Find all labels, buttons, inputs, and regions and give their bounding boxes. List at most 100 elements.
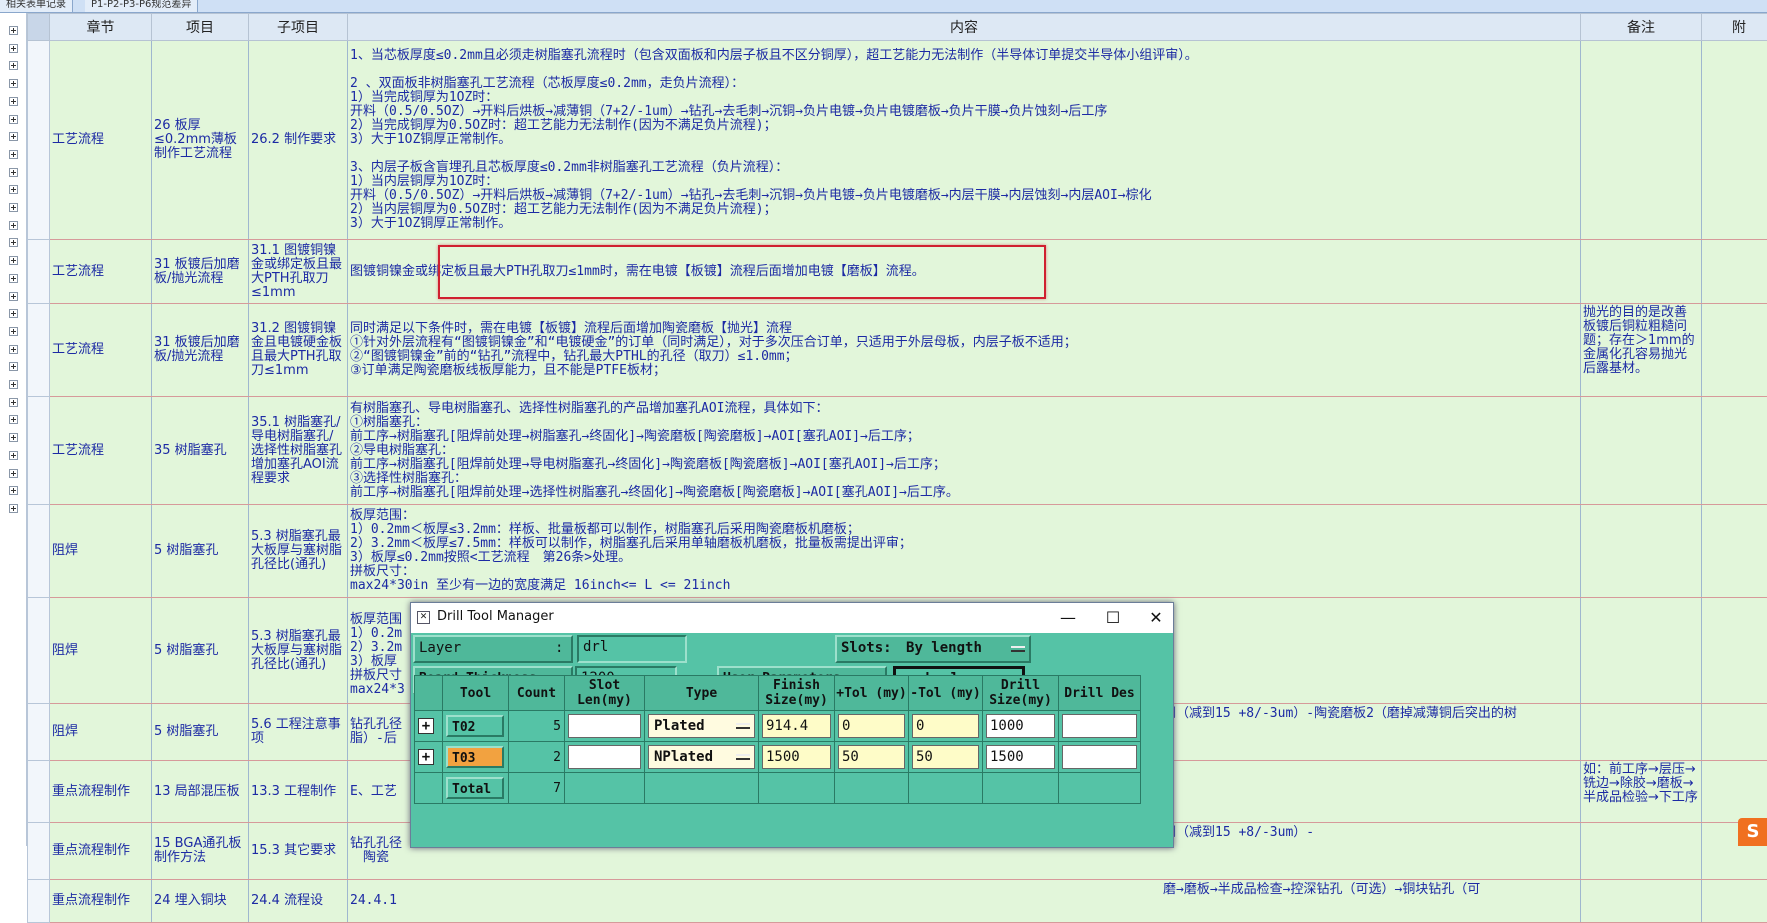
expand-row-icon[interactable]	[9, 238, 18, 247]
tool-button[interactable]: T02	[446, 715, 504, 737]
tab-related-forms[interactable]: 相关表单记录	[0, 0, 73, 12]
window-titlebar[interactable]: ✕ Drill Tool Manager — ☐ ✕	[411, 603, 1173, 633]
table-row[interactable]: 工艺流程 31 板镀后加磨板/抛光流程 31.2 图镀铜镍金且电镀硬金板且最大P…	[28, 304, 1767, 397]
finish-size-input[interactable]: 1500	[762, 745, 831, 769]
tool-row[interactable]: + T03 2 NPlated 1500 50 50 1500	[415, 742, 1141, 773]
drill-size-input[interactable]: 1500	[986, 745, 1055, 769]
row-selector[interactable]	[28, 505, 50, 598]
expand-row-icon[interactable]	[9, 486, 18, 495]
header-subitem[interactable]: 子项目	[249, 14, 348, 41]
cell-note	[1581, 880, 1702, 923]
plus-tol-input[interactable]: 50	[838, 745, 905, 769]
row-selector[interactable]	[28, 304, 50, 397]
close-button[interactable]: ✕	[1139, 605, 1173, 631]
cell-content-tail: 洞（减到15 +8/-3um）-陶瓷磨板2（磨掉减薄铜后突出的树	[1163, 707, 1517, 721]
corner-header	[28, 14, 50, 41]
expand-row-icon[interactable]	[9, 398, 18, 407]
maximize-button[interactable]: ☐	[1096, 605, 1130, 631]
expand-row-icon[interactable]	[9, 362, 18, 371]
row-selector[interactable]	[28, 823, 50, 880]
table-row[interactable]: 阻焊 5 树脂塞孔 5.3 树脂塞孔最大板厚与塞树脂孔径比(通孔) 板厚范围： …	[28, 505, 1767, 598]
slot-len-input[interactable]	[568, 714, 641, 738]
cell-item: 24 埋入铜块	[152, 880, 249, 923]
header-chapter[interactable]: 章节	[50, 14, 152, 41]
slot-len-input[interactable]	[568, 745, 641, 769]
cell-subitem: 26.2 制作要求	[249, 41, 348, 240]
header-item[interactable]: 项目	[152, 14, 249, 41]
row-selector[interactable]	[28, 761, 50, 823]
header-note[interactable]: 备注	[1581, 14, 1702, 41]
expand-row-icon[interactable]	[9, 221, 18, 230]
cell-subitem: 31.2 图镀铜镍金且电镀硬金板且最大PTH孔取刀≤1mm	[249, 304, 348, 397]
cell-chapter: 工艺流程	[50, 397, 152, 505]
row-selector[interactable]	[28, 598, 50, 704]
expand-row-icon[interactable]	[9, 132, 18, 141]
tab-spec-diff[interactable]: P1-P2-P3-P6规范差异	[85, 0, 198, 12]
expand-row-icon[interactable]	[9, 504, 18, 513]
cell-subitem: 5.6 工程注意事项	[249, 704, 348, 761]
table-row[interactable]: 工艺流程 26 板厚≤0.2mm薄板制作工艺流程 26.2 制作要求 1、当芯板…	[28, 41, 1767, 240]
layer-field[interactable]: drl	[577, 635, 687, 663]
expand-row-icon[interactable]	[9, 44, 18, 53]
cell-content: 有树脂塞孔、导电树脂塞孔、选择性树脂塞孔的产品增加塞孔AOI流程，具体如下： ①…	[348, 397, 1581, 505]
expand-row-icon[interactable]	[9, 115, 18, 124]
expand-row-icon[interactable]	[9, 26, 18, 35]
expand-row-icon[interactable]	[9, 309, 18, 318]
minus-tol-input[interactable]: 0	[912, 714, 979, 738]
cell-note	[1581, 704, 1702, 761]
expand-row-icon[interactable]	[9, 274, 18, 283]
slots-dropdown[interactable]: Slots: By length	[835, 635, 1031, 663]
expand-row-icon[interactable]	[9, 415, 18, 424]
drill-des-input[interactable]	[1062, 745, 1137, 769]
expand-row-icon[interactable]	[9, 168, 18, 177]
expand-row-icon[interactable]	[9, 150, 18, 159]
expand-row-icon[interactable]	[9, 203, 18, 212]
tool-button[interactable]: T03	[446, 746, 504, 768]
row-selector[interactable]	[28, 240, 50, 304]
cell-note	[1581, 823, 1702, 880]
expand-row-icon[interactable]	[9, 185, 18, 194]
cell-item: 5 树脂塞孔	[152, 598, 249, 704]
tools-header-row: Tool Count Slot Len(my) Type Finish Size…	[415, 676, 1141, 711]
expand-row-icon[interactable]	[9, 292, 18, 301]
table-row[interactable]: 重点流程制作 24 埋入铜块 24.4 流程设 24.4.1 磨→磨板→半成品检…	[28, 880, 1767, 923]
expand-row-icon[interactable]	[9, 433, 18, 442]
expand-row-icon[interactable]	[9, 451, 18, 460]
plus-tol-input[interactable]: 0	[838, 714, 905, 738]
minus-tol-input[interactable]: 50	[912, 745, 979, 769]
expand-icon[interactable]: +	[418, 718, 434, 734]
drill-tool-manager-window[interactable]: ✕ Drill Tool Manager — ☐ ✕ Layer : drl S…	[410, 602, 1174, 848]
drill-des-input[interactable]	[1062, 714, 1137, 738]
tool-row[interactable]: + T02 5 Plated 914.4 0 0 1000	[415, 711, 1141, 742]
window-title: Drill Tool Manager	[437, 609, 554, 624]
expand-row-icon[interactable]	[9, 256, 18, 265]
expand-row-icon[interactable]	[9, 469, 18, 478]
header-content[interactable]: 内容	[348, 14, 1581, 41]
drill-size-input[interactable]: 1000	[986, 714, 1055, 738]
header-attachment[interactable]: 附	[1702, 14, 1767, 41]
expand-row-icon[interactable]	[9, 61, 18, 70]
expand-row-icon[interactable]	[9, 345, 18, 354]
row-selector[interactable]	[28, 397, 50, 505]
cell-chapter: 重点流程制作	[50, 823, 152, 880]
expand-icon[interactable]: +	[418, 749, 434, 765]
cell-chapter: 重点流程制作	[50, 761, 152, 823]
row-selector[interactable]	[28, 880, 50, 923]
dropdown-icon	[736, 754, 750, 760]
row-expander-column	[0, 13, 27, 846]
cell-subitem: 24.4 流程设	[249, 880, 348, 923]
row-selector[interactable]	[28, 704, 50, 761]
row-selector[interactable]	[28, 41, 50, 240]
app-logo-icon: S	[1738, 818, 1767, 846]
expand-row-icon[interactable]	[9, 327, 18, 336]
minimize-button[interactable]: —	[1051, 605, 1085, 631]
expand-row-icon[interactable]	[9, 380, 18, 389]
table-row[interactable]: 工艺流程 35 树脂塞孔 35.1 树脂塞孔/导电树脂塞孔/选择性树脂塞孔增加塞…	[28, 397, 1767, 505]
expand-row-icon[interactable]	[9, 97, 18, 106]
type-select[interactable]: NPlated	[648, 745, 755, 769]
layer-label[interactable]: Layer :	[413, 635, 573, 663]
type-select[interactable]: Plated	[648, 714, 755, 738]
cell-attachment	[1702, 397, 1767, 505]
finish-size-input[interactable]: 914.4	[762, 714, 831, 738]
expand-row-icon[interactable]	[9, 79, 18, 88]
